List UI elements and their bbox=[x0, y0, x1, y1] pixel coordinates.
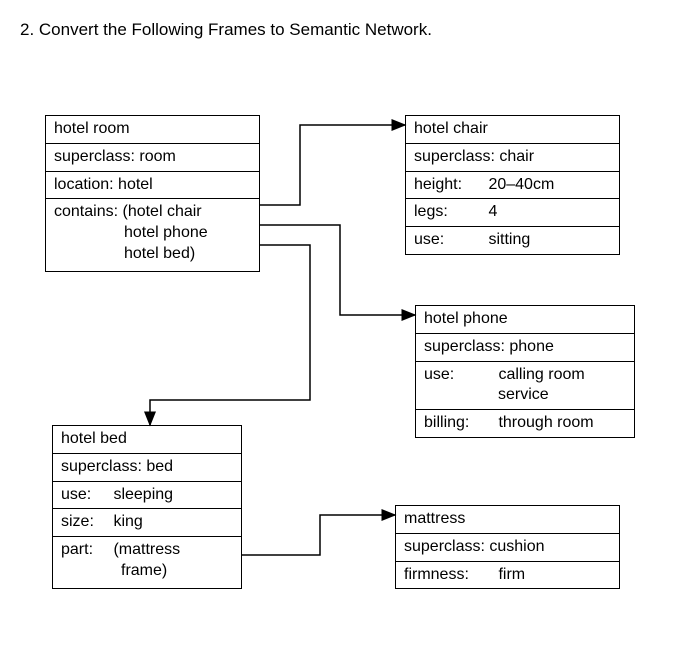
frame-title: hotel phone bbox=[416, 306, 634, 334]
slot-superclass: superclass: room bbox=[46, 144, 259, 172]
slot-key: use: bbox=[414, 230, 484, 251]
frame-title: hotel chair bbox=[406, 116, 619, 144]
slot-key: size: bbox=[61, 512, 109, 533]
slot-value: 20–40cm bbox=[488, 175, 554, 196]
slot-contains-line3: hotel bed) bbox=[54, 245, 195, 262]
page: 2. Convert the Following Frames to Seman… bbox=[0, 0, 700, 661]
slot-value: 4 bbox=[488, 202, 497, 223]
slot-value: calling room bbox=[498, 365, 584, 386]
slot-superclass: superclass: bed bbox=[53, 454, 241, 482]
frame-hotel-phone: hotel phone superclass: phone use: calli… bbox=[415, 305, 635, 438]
slot-firmness: firmness: firm bbox=[396, 562, 619, 589]
slot-superclass: superclass: phone bbox=[416, 334, 634, 362]
frame-hotel-chair: hotel chair superclass: chair height: 20… bbox=[405, 115, 620, 255]
slot-key: part: bbox=[61, 540, 109, 561]
slot-size: size: king bbox=[53, 509, 241, 537]
edge-hotelroom-to-hotelphone bbox=[260, 225, 415, 315]
frame-title: hotel bed bbox=[53, 426, 241, 454]
slot-key: use: bbox=[61, 485, 109, 506]
frame-hotel-bed: hotel bed superclass: bed use: sleeping … bbox=[52, 425, 242, 589]
edge-hotelroom-to-hotelbed bbox=[150, 245, 310, 425]
frame-hotel-room: hotel room superclass: room location: ho… bbox=[45, 115, 260, 272]
slot-key: height: bbox=[414, 175, 484, 196]
slot-contains-line1: contains: (hotel chair bbox=[54, 203, 202, 220]
slot-key: billing: bbox=[424, 413, 494, 434]
slot-superclass: superclass: chair bbox=[406, 144, 619, 172]
slot-value: sleeping bbox=[113, 485, 173, 506]
slot-superclass: superclass: cushion bbox=[396, 534, 619, 562]
slot-value: firm bbox=[498, 565, 525, 586]
slot-key: use: bbox=[424, 365, 494, 386]
slot-key: firmness: bbox=[404, 565, 494, 586]
question-title: 2. Convert the Following Frames to Seman… bbox=[20, 20, 432, 40]
slot-contains: contains: (hotel chair hotel phone hotel… bbox=[46, 199, 259, 270]
slot-height: height: 20–40cm bbox=[406, 172, 619, 200]
slot-value: service bbox=[498, 385, 549, 406]
slot-value: (mattress bbox=[113, 540, 180, 561]
slot-part: part: (mattress frame) bbox=[53, 537, 241, 588]
slot-location: location: hotel bbox=[46, 172, 259, 200]
frame-mattress: mattress superclass: cushion firmness: f… bbox=[395, 505, 620, 589]
frame-title: hotel room bbox=[46, 116, 259, 144]
slot-value: king bbox=[113, 512, 142, 533]
edge-hotelroom-to-hotelchair bbox=[260, 125, 405, 205]
slot-value: frame) bbox=[61, 561, 167, 582]
slot-use: use: sitting bbox=[406, 227, 619, 254]
slot-use: use: sleeping bbox=[53, 482, 241, 510]
slot-value: through room bbox=[498, 413, 593, 434]
slot-use: use: calling room service bbox=[416, 362, 634, 411]
edge-hotelbed-to-mattress bbox=[242, 515, 395, 555]
slot-value: sitting bbox=[488, 230, 530, 251]
frame-title: mattress bbox=[396, 506, 619, 534]
slot-legs: legs: 4 bbox=[406, 199, 619, 227]
slot-key: legs: bbox=[414, 202, 484, 223]
slot-billing: billing: through room bbox=[416, 410, 634, 437]
slot-contains-line2: hotel phone bbox=[54, 224, 208, 241]
